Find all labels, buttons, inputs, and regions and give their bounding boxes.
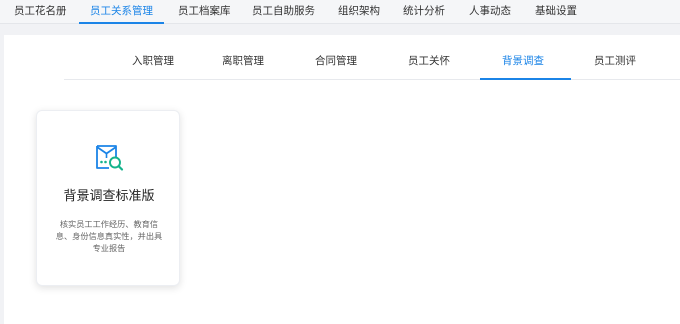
top-navigation: 员工花名册 员工关系管理 员工档案库 员工自助服务 组织架构 统计分析 人事动态… — [0, 0, 680, 24]
card-title: 背景调查标准版 — [63, 189, 155, 204]
tab-employee-assessment[interactable]: 员工测评 — [594, 35, 636, 80]
tab-active-indicator — [480, 78, 571, 80]
card-description: 核实员工工作经历、教育信息、身份信息真实性，并出具专业报告 — [55, 219, 163, 253]
top-nav-employee-archive[interactable]: 员工档案库 — [178, 0, 231, 24]
top-nav-employee-roster[interactable]: 员工花名册 — [14, 0, 67, 24]
top-nav-self-service[interactable]: 员工自助服务 — [252, 0, 315, 24]
tab-employee-care[interactable]: 员工关怀 — [408, 35, 450, 80]
tab-background-check[interactable]: 背景调查 — [502, 35, 544, 80]
main-content: 入职管理 离职管理 合同管理 员工关怀 背景调查 员工测评 背景调查标准版 核实… — [4, 35, 680, 324]
sub-navigation: 入职管理 离职管理 合同管理 员工关怀 背景调查 员工测评 — [64, 35, 680, 80]
tab-contracts[interactable]: 合同管理 — [315, 35, 357, 80]
top-nav-employee-relations[interactable]: 员工关系管理 — [90, 0, 153, 24]
top-nav-active-indicator — [79, 22, 164, 24]
tab-offboarding[interactable]: 离职管理 — [222, 35, 264, 80]
top-nav-basic-settings[interactable]: 基础设置 — [535, 0, 577, 24]
background-check-standard-card[interactable]: 背景调查标准版 核实员工工作经历、教育信息、身份信息真实性，并出具专业报告 — [36, 110, 180, 286]
top-nav-statistics[interactable]: 统计分析 — [403, 0, 445, 24]
tab-onboarding[interactable]: 入职管理 — [132, 35, 174, 80]
background-check-icon — [96, 145, 124, 171]
top-nav-hr-updates[interactable]: 人事动态 — [469, 0, 511, 24]
top-nav-org-structure[interactable]: 组织架构 — [338, 0, 380, 24]
